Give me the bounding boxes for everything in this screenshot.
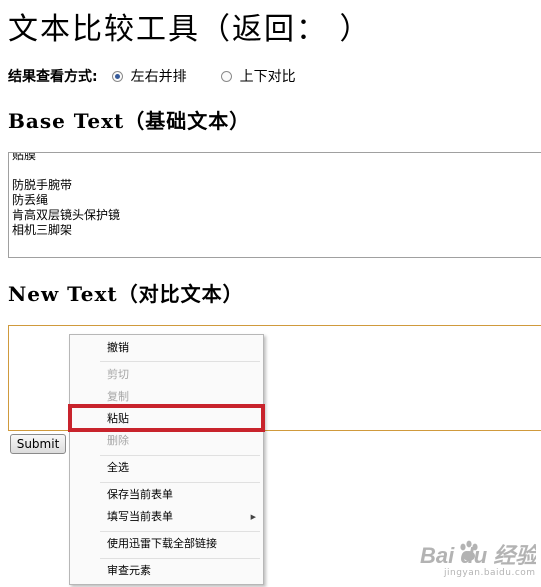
menu-item-fill-form-label: 填写当前表单 (107, 510, 173, 523)
page-title: 文本比较工具（返回： ） (8, 12, 372, 47)
menu-item-delete[interactable]: 删除 (70, 430, 263, 452)
context-menu: 撤销 剪切 复制 粘贴 删除 全选 保存当前表单 填写当前表单 ▶ 使用迅雷下载… (69, 334, 264, 585)
menu-item-fill-form[interactable]: 填写当前表单 ▶ (70, 506, 263, 528)
base-text-line: 相机三脚架 (12, 223, 73, 237)
radio-side-by-side[interactable] (111, 70, 123, 82)
submenu-arrow-icon: ▶ (250, 513, 256, 521)
menu-item-save-form[interactable]: 保存当前表单 (70, 484, 263, 506)
base-text-line: 防脱手腕带 (12, 178, 73, 192)
menu-separator (100, 361, 260, 362)
menu-item-thunder-download[interactable]: 使用迅雷下载全部链接 (70, 533, 263, 555)
baidu-logo-icon: Bai du 经验 (420, 540, 536, 568)
menu-separator (100, 558, 260, 559)
paste-highlight-box (68, 404, 265, 432)
radio-top-bottom-label[interactable]: 上下对比 (240, 66, 296, 86)
menu-item-cut[interactable]: 剪切 (70, 364, 263, 386)
base-text-line: 防丢绳 (12, 193, 49, 207)
radio-top-bottom[interactable] (220, 70, 232, 82)
menu-item-inspect-element[interactable]: 审查元素 (70, 560, 263, 582)
base-text-line: 贴膜 (12, 152, 37, 162)
menu-separator (100, 482, 260, 483)
base-text-heading: Base Text（基础文本） (8, 109, 251, 133)
base-text-input[interactable]: 贴膜 防脱手腕带 防丢绳 肯高双层镜头保护镜 相机三脚架 (8, 152, 541, 258)
baidu-jingyan-watermark: Bai du 经验 jingyan.baidu.com (418, 536, 536, 582)
submit-button[interactable]: Submit (10, 434, 66, 454)
radio-side-by-side-label[interactable]: 左右并排 (131, 66, 187, 86)
base-text-line: 肯高双层镜头保护镜 (12, 208, 121, 222)
view-mode-row: 结果查看方式: 左右并排 上下对比 (8, 66, 330, 86)
watermark-brand: Bai du 经验 (420, 543, 536, 568)
menu-separator (100, 531, 260, 532)
view-mode-label: 结果查看方式: (8, 69, 98, 85)
menu-item-undo[interactable]: 撤销 (70, 337, 263, 359)
menu-separator (100, 455, 260, 456)
menu-item-select-all[interactable]: 全选 (70, 457, 263, 479)
watermark-url: jingyan.baidu.com (444, 568, 536, 578)
new-text-heading: New Text（对比文本） (8, 282, 244, 306)
base-text-line (12, 163, 538, 178)
